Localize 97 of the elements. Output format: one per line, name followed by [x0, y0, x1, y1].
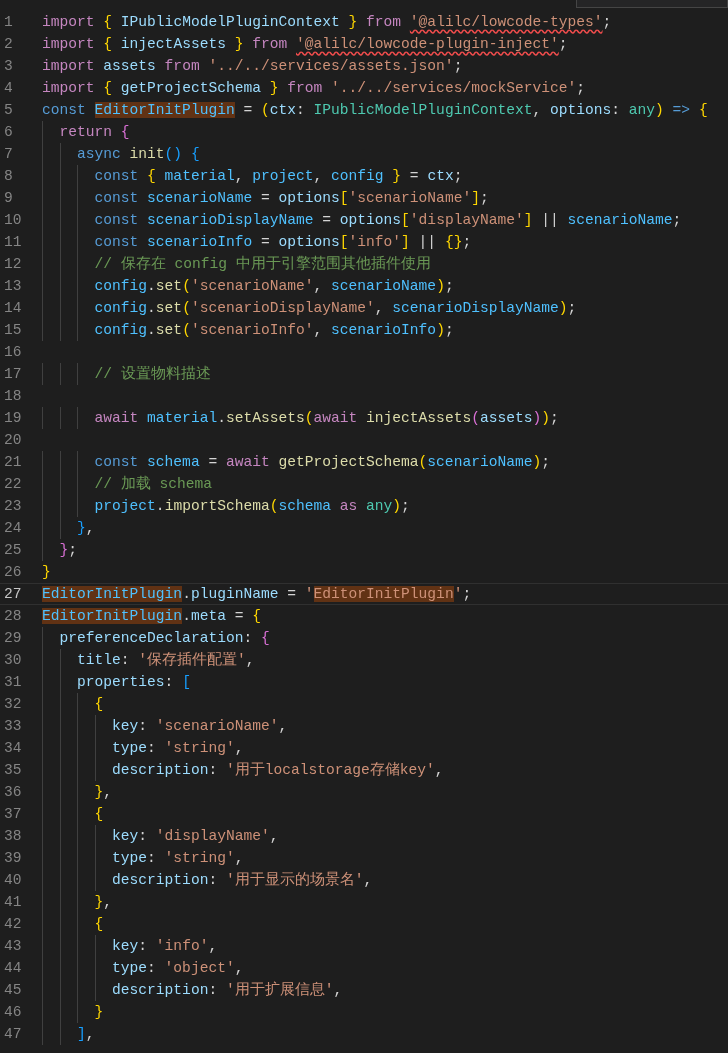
code-line: return {	[59, 123, 130, 142]
code-line: const EditorInitPlugin = (ctx: IPublicModelPluginContext, options: any) => {	[42, 101, 708, 120]
code-line: },	[94, 893, 113, 912]
line-number: 22	[3, 476, 23, 492]
code-line: import { injectAssets } from '@alilc/lowcode-plugin-inject';	[42, 35, 568, 54]
line-number: 39	[3, 850, 23, 866]
line-number: 24	[3, 520, 23, 536]
code-line: key: 'displayName',	[112, 827, 279, 846]
code-line: const schema = await getProjectSchema(scenarioName);	[94, 453, 550, 472]
code-line: description: '用于扩展信息',	[112, 980, 343, 1000]
line-number: 1	[3, 14, 14, 30]
code-line: },	[94, 783, 113, 802]
code-comment: // 加载 schema	[94, 474, 213, 494]
line-number: 18	[3, 388, 23, 404]
code-line: const scenarioName = options['scenarioName'];	[94, 189, 489, 208]
code-line: type: 'string',	[112, 849, 244, 868]
code-line: title: '保存插件配置',	[77, 651, 255, 670]
line-number: 9	[3, 190, 14, 206]
code-line: config.set('scenarioName', scenarioName);	[94, 277, 454, 296]
code-line: properties: [	[77, 673, 191, 692]
code-line: };	[59, 541, 78, 560]
line-number: 13	[3, 278, 23, 294]
indent-guide	[42, 363, 43, 385]
indent-guide	[59, 363, 61, 385]
code-comment: // 设置物料描述	[94, 364, 211, 384]
indent-guide	[77, 363, 79, 385]
line-number: 3	[3, 58, 14, 74]
line-number: 26	[3, 564, 23, 580]
line-number: 30	[3, 652, 23, 668]
code-line: import assets from '../../services/assets.json';	[42, 57, 463, 76]
line-number: 19	[3, 410, 23, 426]
line-number: 33	[3, 718, 23, 734]
code-line: preferenceDeclaration: {	[59, 629, 270, 648]
code-line: async init() {	[77, 145, 200, 164]
code-comment: // 保存在 config 中用于引擎范围其他插件使用	[94, 254, 431, 274]
code-line: {	[94, 915, 104, 934]
code-line: {	[94, 695, 104, 714]
line-number: 46	[3, 1004, 23, 1020]
code-line: description: '用于localstorage存储key',	[112, 761, 444, 780]
line-number: 10	[3, 212, 23, 228]
line-number: 25	[3, 542, 23, 558]
line-number: 35	[3, 762, 23, 778]
line-number: 40	[3, 872, 23, 888]
code-line: description: '用于显示的场景名',	[112, 870, 373, 890]
line-number: 21	[3, 454, 23, 470]
code-line: key: 'scenarioName',	[112, 717, 288, 736]
line-number: 15	[3, 322, 23, 338]
line-number: 37	[3, 806, 23, 822]
code-line: project.importSchema(schema as any);	[94, 497, 410, 516]
line-number: 27	[3, 586, 23, 602]
code-line: ],	[77, 1025, 95, 1044]
code-line: await material.setAssets(await injectAssets(assets));	[94, 409, 559, 428]
code-line: type: 'object',	[112, 959, 244, 978]
line-number: 44	[3, 960, 23, 976]
code-line: type: 'string',	[112, 739, 244, 758]
indent-guide	[42, 407, 43, 429]
line-number: 17	[3, 366, 23, 382]
code-line: import { IPublicModelPluginContext } from '@alilc/lowcode-types';	[42, 13, 612, 32]
indent-guide	[77, 407, 79, 429]
line-number: 42	[3, 916, 23, 932]
code-line: const { material, project, config } = ctx;	[94, 167, 463, 186]
line-number: 23	[3, 498, 23, 514]
line-number: 20	[3, 432, 23, 448]
line-number: 4	[3, 80, 14, 96]
code-line: },	[77, 519, 95, 538]
line-number: 28	[3, 608, 23, 624]
line-number: 38	[3, 828, 23, 844]
line-number: 16	[3, 344, 23, 360]
line-number: 43	[3, 938, 23, 954]
code-line: EditorInitPlugin.meta = {	[42, 607, 261, 626]
code-line: }	[94, 1003, 104, 1022]
code-line: key: 'info',	[112, 937, 218, 956]
line-number: 32	[3, 696, 23, 712]
line-number: 36	[3, 784, 23, 800]
line-number: 47	[3, 1026, 23, 1042]
line-number: 7	[3, 146, 14, 162]
code-line: config.set('scenarioInfo', scenarioInfo);	[94, 321, 454, 340]
line-number: 31	[3, 674, 23, 690]
line-number: 34	[3, 740, 23, 756]
code-line: import { getProjectSchema } from '../../services/mockService';	[42, 79, 585, 98]
line-number: 6	[3, 124, 14, 140]
line-number: 29	[3, 630, 23, 646]
line-number: 5	[3, 102, 14, 118]
code-line: const scenarioDisplayName = options['displayName'] || scenarioName;	[94, 211, 682, 230]
line-number: 8	[3, 168, 14, 184]
line-number: 11	[3, 234, 23, 250]
code-line: config.set('scenarioDisplayName', scenarioDisplayName);	[94, 299, 577, 318]
code-line: {	[94, 805, 104, 824]
line-number: 45	[3, 982, 23, 998]
code-line: EditorInitPlugin.pluginName = 'EditorInitPlugin';	[42, 585, 472, 604]
line-number: 14	[3, 300, 23, 316]
code-line: }	[42, 563, 51, 582]
line-number: 12	[3, 256, 23, 272]
line-number: 2	[3, 36, 14, 52]
indent-guide	[59, 407, 61, 429]
code-line: const scenarioInfo = options['info'] || {};	[94, 233, 472, 252]
line-number: 41	[3, 894, 23, 910]
